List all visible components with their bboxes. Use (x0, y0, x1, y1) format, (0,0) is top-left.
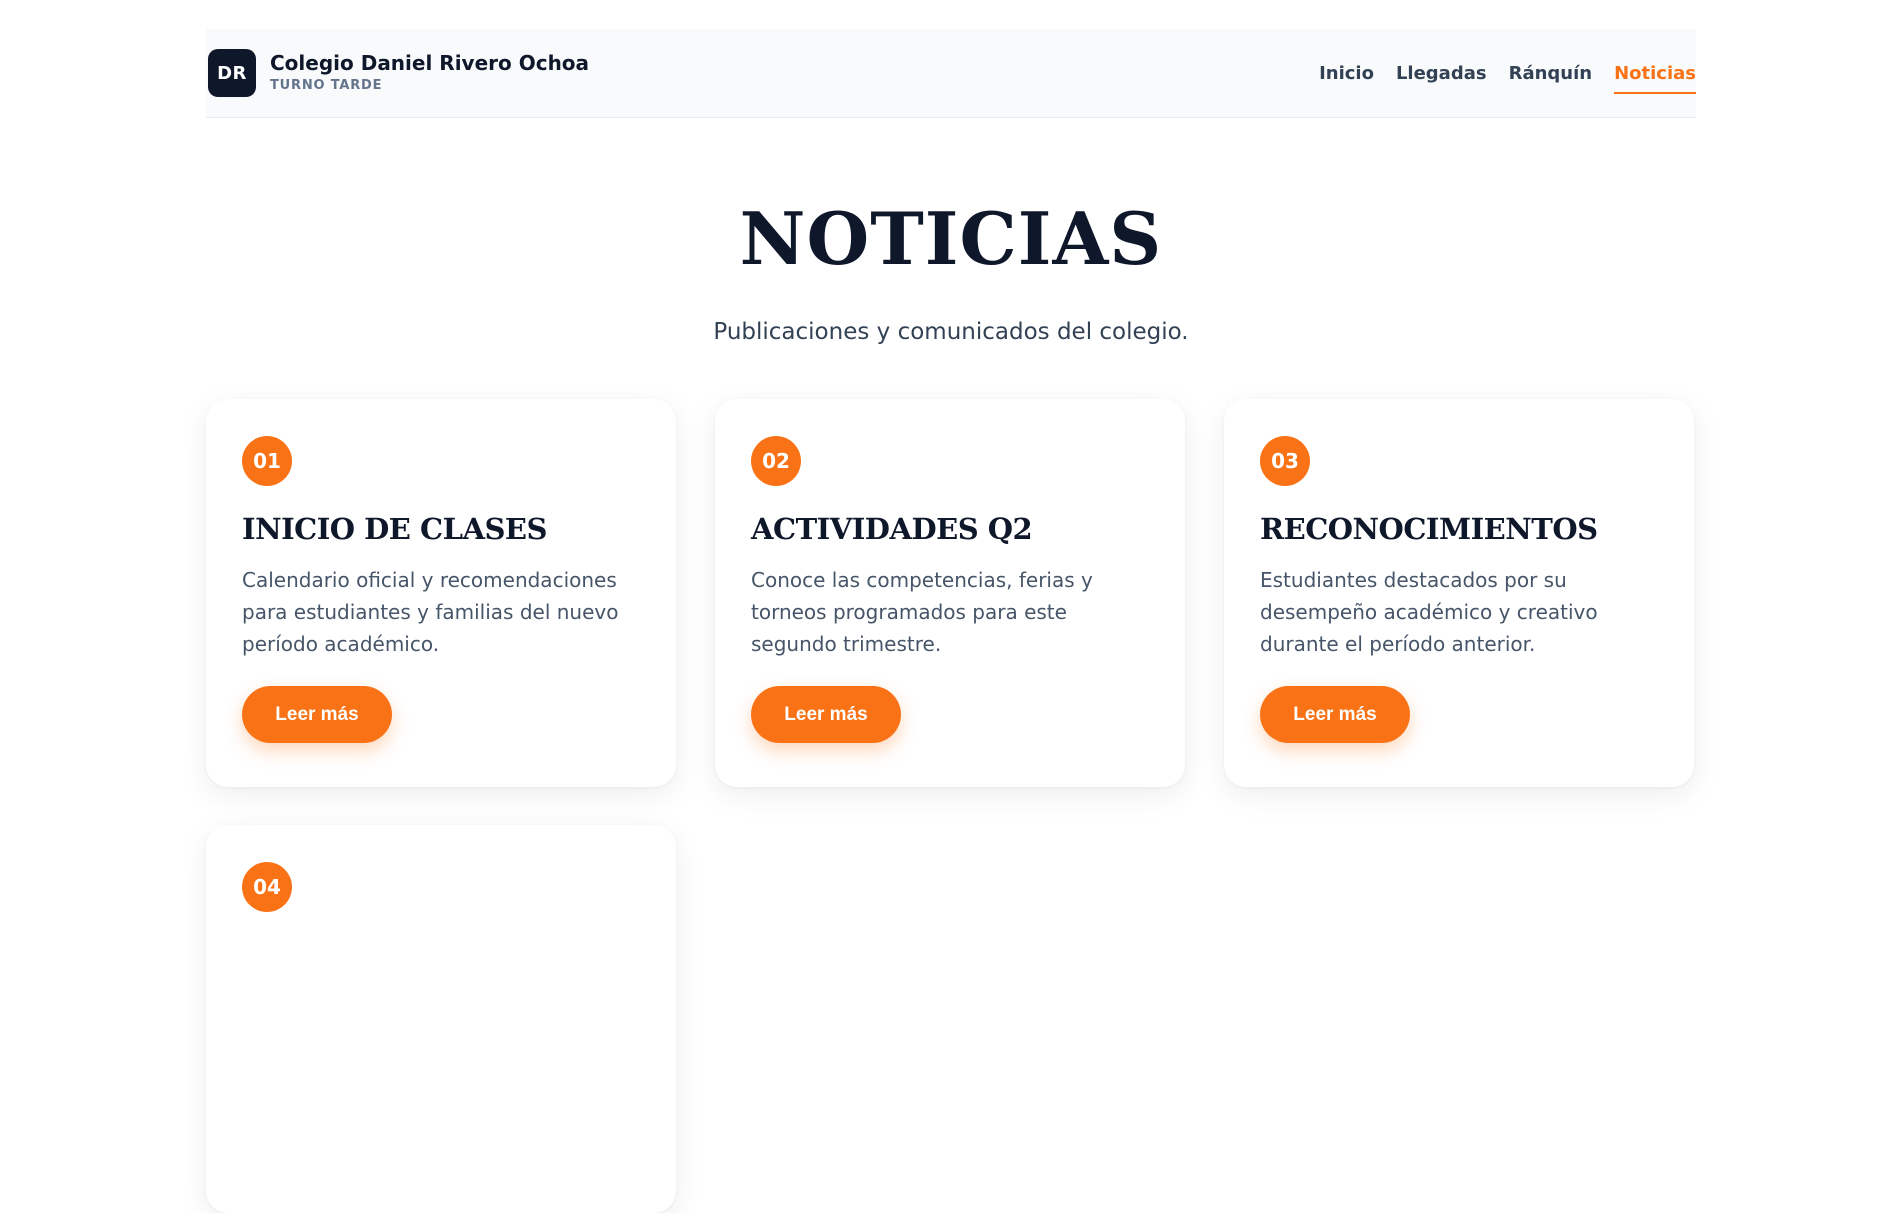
news-card: 03 RECONOCIMIENTOS Estudiantes destacado… (1224, 399, 1694, 787)
shift-label: TURNO TARDE (270, 78, 383, 93)
read-more-button[interactable]: Leer más (242, 686, 392, 743)
site-header: DR Colegio Daniel Rivero Ochoa TURNO TAR… (206, 29, 1696, 118)
page-subtitle: Publicaciones y comunicados del colegio. (713, 319, 1189, 345)
main-nav: Inicio Llegadas Ránquín Noticias (1319, 63, 1696, 94)
card-number-badge: 03 (1260, 436, 1310, 486)
card-number-badge: 04 (242, 862, 292, 912)
card-title: INICIO DE CLASES (242, 512, 547, 546)
nav-ranquin[interactable]: Ránquín (1509, 63, 1593, 94)
card-number-badge: 02 (751, 436, 801, 486)
news-card: 02 ACTIVIDADES Q2 Conoce las competencia… (715, 399, 1185, 787)
nav-llegadas[interactable]: Llegadas (1396, 63, 1487, 94)
card-description: Conoce las competencias, ferias y torneo… (751, 568, 1093, 656)
card-description: Estudiantes destacados por su desempeño … (1260, 568, 1598, 656)
card-number-badge: 01 (242, 436, 292, 486)
nav-noticias[interactable]: Noticias (1614, 63, 1696, 94)
page-title: NOTICIAS (739, 196, 1163, 281)
news-card: 04 (206, 825, 676, 1213)
card-title: RECONOCIMIENTOS (1260, 512, 1598, 546)
card-description: Calendario oficial y recomendaciones par… (242, 568, 619, 656)
logo-badge[interactable]: DR (208, 49, 256, 97)
read-more-button[interactable]: Leer más (751, 686, 901, 743)
nav-inicio[interactable]: Inicio (1319, 63, 1374, 94)
read-more-button[interactable]: Leer más (1260, 686, 1410, 743)
card-title: ACTIVIDADES Q2 (751, 512, 1033, 546)
news-card: 01 INICIO DE CLASES Calendario oficial y… (206, 399, 676, 787)
school-name: Colegio Daniel Rivero Ochoa (270, 51, 590, 75)
